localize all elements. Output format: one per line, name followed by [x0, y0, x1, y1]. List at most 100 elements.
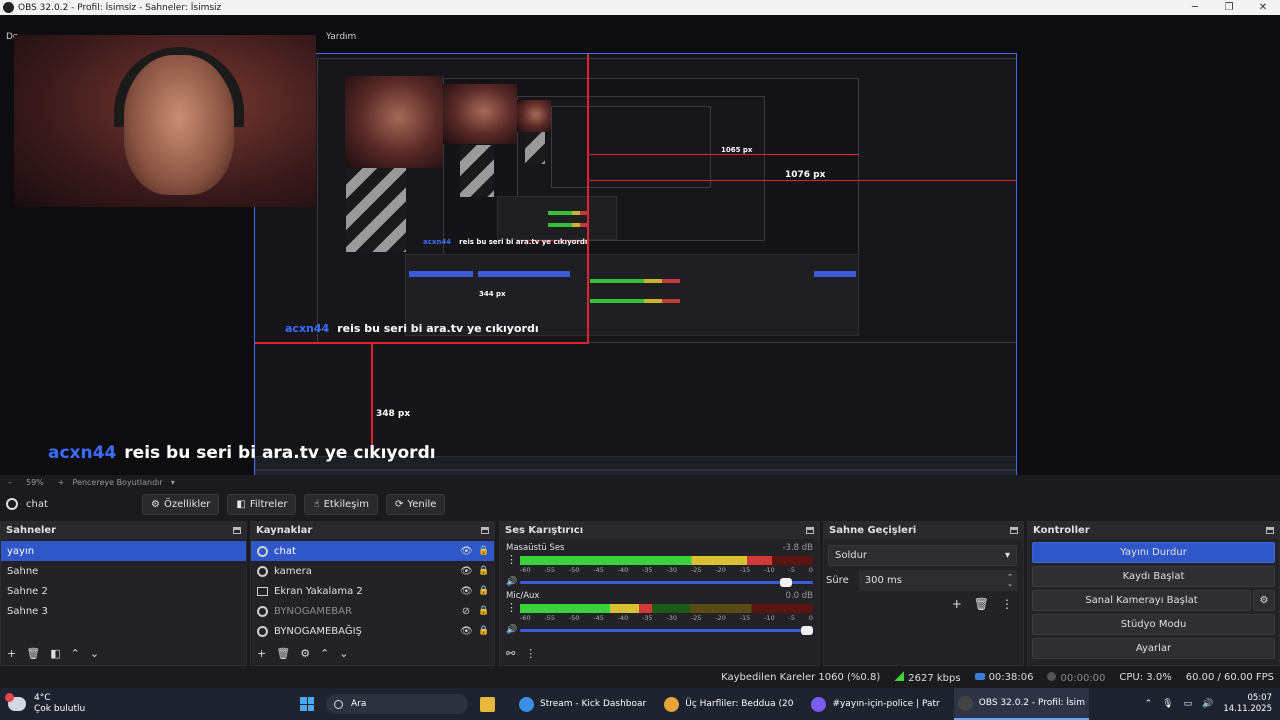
eye-icon[interactable]: 👁 [460, 566, 473, 577]
menu-dots-icon[interactable]: ⋮ [506, 553, 520, 566]
zoom-in-button[interactable]: + [58, 478, 65, 487]
camera-thumb-3 [517, 100, 551, 132]
move-down-icon[interactable]: ⌄ [339, 647, 348, 660]
add-scene-button[interactable]: + [7, 647, 16, 660]
chevron-up-icon[interactable]: ⌃ [1145, 699, 1153, 709]
nested-chat-line-2: acxn44 reis bu seri bi ara.tv ye cıkıyord… [423, 238, 587, 246]
windows-start-icon[interactable] [300, 697, 314, 711]
spin-arrows-icon[interactable]: ⌃ ⌄ [1007, 573, 1013, 588]
transitions-title: Sahne Geçişleri [829, 525, 917, 536]
trash-icon[interactable]: 🗑 [26, 647, 40, 660]
source-item[interactable]: Ekran Yakalama 2 👁 🔒 [251, 581, 494, 601]
duration-input[interactable]: 300 ms ⌃ ⌄ [858, 570, 1017, 591]
mic-icon[interactable]: 🎙 [1162, 699, 1173, 709]
file-explorer-icon[interactable] [476, 688, 505, 720]
transition-select[interactable]: Soldur ▾ [828, 545, 1017, 566]
taskbar-app[interactable]: #yayın-için-police | Patr [807, 688, 943, 720]
scene-item[interactable]: Sahne 3 [1, 601, 246, 621]
trash-icon[interactable]: 🗑 [974, 597, 989, 611]
preview-canvas[interactable]: 1076 px 1065 px 348 px 344 px acxn44 reis… [254, 53, 1017, 475]
close-button[interactable]: ✕ [1246, 2, 1280, 13]
filters-button[interactable]: ◧ Filtreler [227, 493, 297, 515]
start-virtualcam-button[interactable]: Sanal Kamerayı Başlat [1032, 590, 1251, 611]
undock-icon[interactable] [806, 527, 814, 534]
move-up-icon[interactable]: ⌃ [320, 647, 329, 660]
undock-icon[interactable] [233, 527, 241, 534]
taskbar-app[interactable]: OBS 32.0.2 - Profil: İsim [953, 688, 1089, 720]
speaker-icon[interactable]: 🔊 [506, 577, 520, 587]
add-source-button[interactable]: + [257, 647, 266, 660]
eye-icon[interactable]: 👁 [460, 546, 473, 557]
trash-icon[interactable]: 🗑 [276, 647, 290, 660]
bitrate-group: 2627 kbps [894, 671, 961, 684]
menu-dots-icon[interactable]: ⋮ [525, 647, 536, 660]
speaker-icon[interactable]: 🔊 [506, 625, 520, 635]
lock-icon[interactable]: 🔒 [478, 626, 489, 636]
zoom-bar: – 59% + Pencereye Boyutlandır ▾ [0, 475, 1280, 489]
maximize-button[interactable]: ❐ [1212, 2, 1246, 13]
eye-off-icon[interactable]: ⊘ [460, 606, 472, 617]
camera-thumb [345, 76, 443, 168]
menu-dots-icon[interactable]: ⋮ [1001, 597, 1013, 611]
undock-icon[interactable] [481, 527, 489, 534]
gear-icon[interactable]: ⚙ [1253, 590, 1275, 611]
clock-time: 05:07 [1247, 693, 1273, 703]
lock-icon[interactable]: 🔒 [478, 566, 489, 576]
link-icon[interactable]: ⚯ [506, 647, 515, 660]
lock-icon[interactable]: 🔒 [478, 606, 489, 616]
scene-item[interactable]: Sahne 2 [1, 581, 246, 601]
taskbar-app-label: Stream - Kick Dashboar [540, 699, 647, 709]
add-transition-button[interactable]: + [952, 597, 962, 611]
studio-mode-button[interactable]: Stüdyo Modu [1032, 614, 1275, 635]
undock-icon[interactable] [1010, 527, 1018, 534]
scene-item[interactable]: yayın [1, 541, 246, 561]
scene-item[interactable]: Sahne [1, 561, 246, 581]
undock-icon[interactable] [1266, 527, 1274, 534]
source-item[interactable]: BYNOGAMEBAR ⊘ 🔒 [251, 601, 494, 621]
meter-tick: 0 [808, 566, 813, 574]
meter-ticks: -60 -55 -50 -45 -40 -35 -30 -25 -20 -15 -10 -5 0 [520, 566, 813, 574]
volume-slider[interactable] [520, 577, 813, 587]
filter-icon[interactable]: ◧ [50, 647, 60, 660]
preview-area[interactable]: Do Yardım 1076 px 1065 px 348 px 344 px … [0, 15, 1280, 475]
zoom-out-button[interactable]: – [8, 478, 12, 487]
zoom-mode-select[interactable]: Pencereye Boyutlandır [72, 478, 162, 487]
lock-icon[interactable]: 🔒 [478, 586, 489, 596]
distance-label-1076: 1076 px [785, 170, 826, 180]
volume-slider[interactable] [520, 625, 813, 635]
clock[interactable]: 05:07 14.11.2025 [1223, 693, 1272, 715]
meter-tick: -25 [690, 566, 702, 574]
weather-widget[interactable]: 4°C Çok bulutlu 9+ [0, 693, 300, 715]
volume-icon[interactable]: 🔊 [1202, 699, 1213, 709]
interact-button[interactable]: ☝ Etkileşim [304, 493, 379, 515]
display-icon[interactable]: ▭ [1184, 699, 1193, 709]
mixer-dock: Ses Karıştırıcı Masaüstü Ses -3.8 dB ⋮ -60-… [499, 521, 820, 666]
move-up-icon[interactable]: ⌃ [71, 647, 80, 660]
stop-stream-button[interactable]: Yayını Durdur [1032, 542, 1275, 563]
properties-button[interactable]: ⚙ Özellikler [142, 493, 220, 515]
globe-icon [257, 545, 268, 557]
gear-icon[interactable]: ⚙ [300, 647, 310, 660]
source-item[interactable]: chat 👁 🔒 [251, 541, 494, 561]
settings-button[interactable]: Ayarlar [1032, 638, 1275, 659]
lock-icon[interactable]: 🔒 [478, 546, 489, 556]
taskbar-app[interactable]: Üç Harfliler: Beddua (20 [660, 688, 797, 720]
start-recording-button[interactable]: Kaydı Başlat [1032, 566, 1275, 587]
window-titlebar: OBS 32.0.2 - Profil: İsimsiz - Sahneler:… [0, 0, 1280, 15]
chevron-down-icon[interactable]: ▾ [171, 478, 175, 487]
taskbar-app[interactable]: Stream - Kick Dashboar [515, 688, 650, 720]
duration-row: Süre 300 ms ⌃ ⌄ [826, 570, 1017, 591]
source-item[interactable]: kamera 👁 🔒 [251, 561, 494, 581]
volume-slider-knob[interactable] [780, 577, 793, 587]
eye-icon[interactable]: 👁 [460, 626, 473, 637]
source-item[interactable]: BYNOGAMEBAĞIŞ 👁 🔒 [251, 621, 494, 641]
minimize-button[interactable]: ─ [1178, 2, 1212, 13]
meter-tick: -50 [568, 566, 580, 574]
volume-slider-knob[interactable] [801, 625, 813, 635]
refresh-button[interactable]: ⟳ Yenile [386, 493, 446, 515]
menu-dots-icon[interactable]: ⋮ [506, 601, 520, 614]
move-down-icon[interactable]: ⌄ [90, 647, 99, 660]
eye-icon[interactable]: 👁 [460, 586, 473, 597]
taskbar-search[interactable]: Ara [326, 694, 468, 714]
hatch-block-2 [346, 168, 406, 252]
